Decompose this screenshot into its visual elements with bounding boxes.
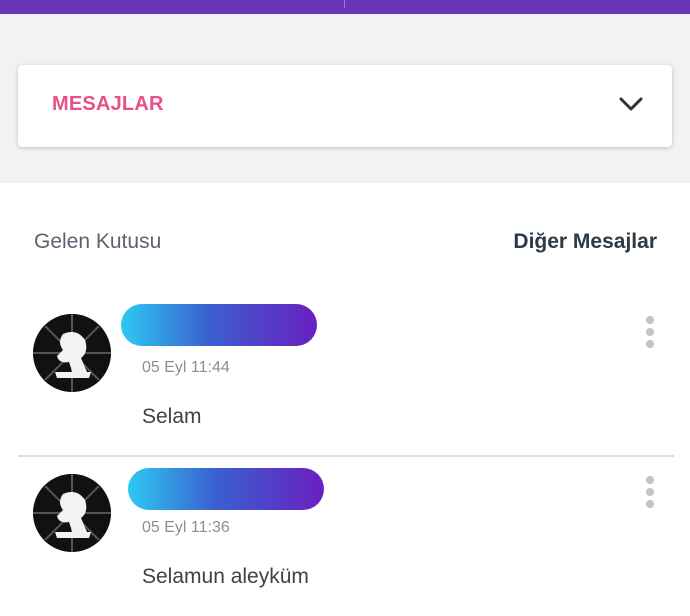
avatar <box>33 474 111 552</box>
message-timestamp: 05 Eyl 11:36 <box>142 519 230 536</box>
tab-inbox[interactable]: Gelen Kutusu <box>34 230 161 254</box>
top-bar-divider <box>344 0 345 8</box>
sender-name-redacted <box>121 304 317 346</box>
message-divider <box>18 455 674 457</box>
message-preview: Selamun aleyküm <box>142 565 309 588</box>
avatar-image <box>33 314 111 392</box>
sender-name-redacted <box>128 468 324 510</box>
tab-other-messages[interactable]: Diğer Mesajlar <box>513 230 657 254</box>
message-tabs: Gelen Kutusu Diğer Mesajlar <box>0 220 690 264</box>
top-app-bar <box>0 0 690 14</box>
more-vertical-icon[interactable] <box>640 476 660 514</box>
avatar-image <box>33 474 111 552</box>
message-type-dropdown[interactable]: MESAJLAR <box>18 65 672 147</box>
message-timestamp: 05 Eyl 11:44 <box>142 359 230 376</box>
chevron-down-icon <box>619 97 643 111</box>
more-vertical-icon[interactable] <box>640 316 660 354</box>
dropdown-selected-label: MESAJLAR <box>52 93 164 115</box>
avatar <box>33 314 111 392</box>
message-item[interactable]: 05 Eyl 11:36 Selamun aleyküm <box>0 458 690 616</box>
message-preview: Selam <box>142 405 202 428</box>
message-item[interactable]: 05 Eyl 11:44 Selam <box>0 298 690 456</box>
